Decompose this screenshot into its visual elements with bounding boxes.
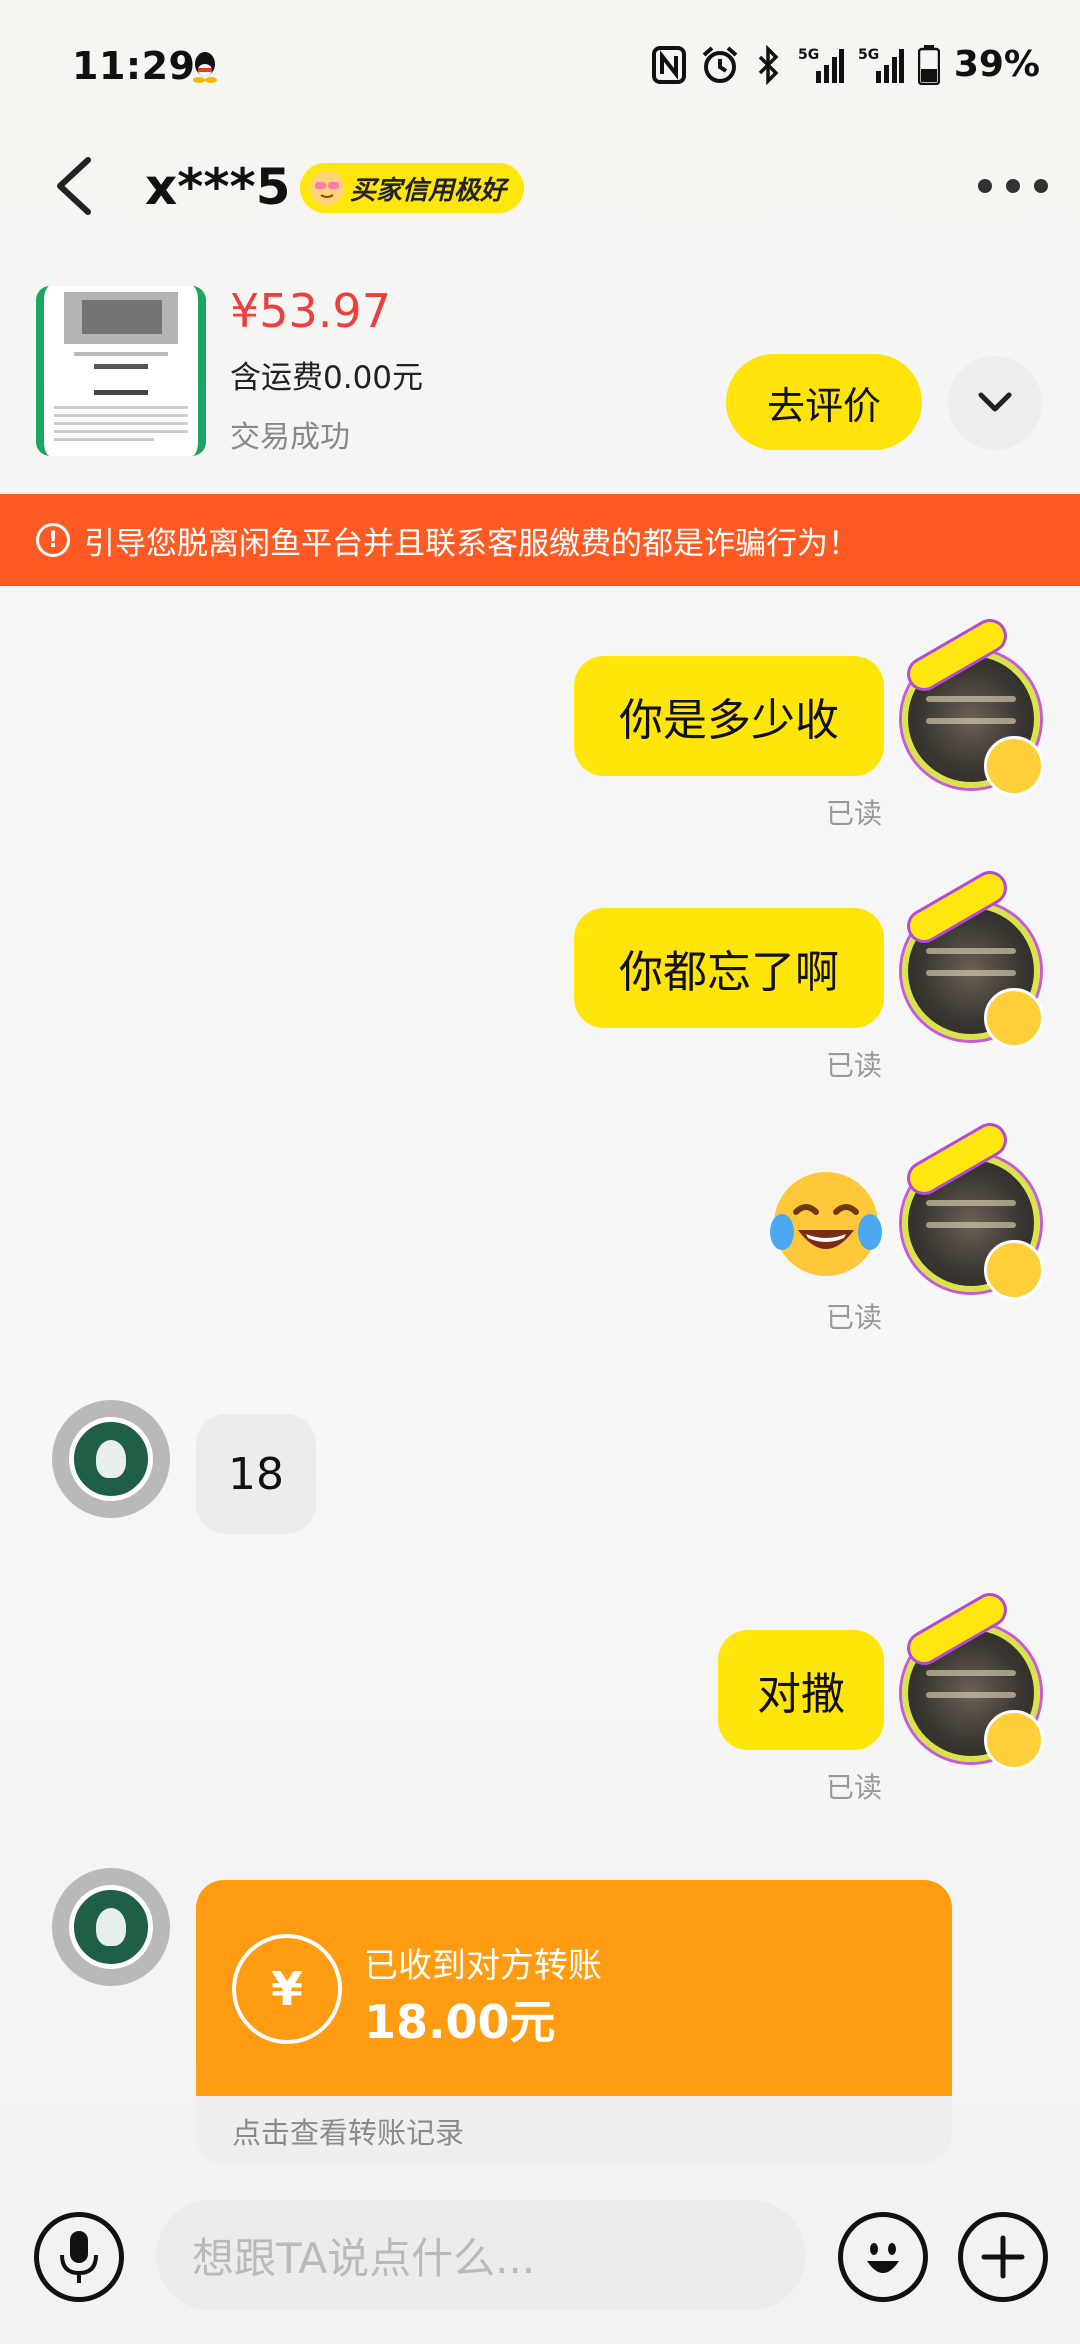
transfer-card-body: ¥ 已收到对方转账 18.00元 bbox=[196, 1880, 952, 2096]
microphone-icon bbox=[60, 2231, 98, 2283]
read-receipt: 已读 bbox=[826, 1301, 883, 1334]
voice-input-button[interactable] bbox=[34, 2212, 124, 2302]
yuan-transfer-icon: ¥ bbox=[232, 1934, 342, 2044]
warning-text: 引导您脱离闲鱼平台并且联系客服缴费的都是诈骗行为！ bbox=[84, 525, 859, 562]
transfer-record-link[interactable]: 点击查看转账记录 bbox=[232, 2110, 464, 2152]
svg-text:5G: 5G bbox=[858, 47, 879, 63]
credit-badge-label: 买家信用极好 bbox=[350, 175, 507, 206]
qq-icon bbox=[193, 52, 217, 83]
fraud-warning-banner: ! 引导您脱离闲鱼平台并且联系客服缴费的都是诈骗行为！ bbox=[0, 494, 1080, 586]
plus-icon bbox=[981, 2235, 1025, 2279]
read-receipt: 已读 bbox=[826, 1771, 883, 1804]
cool-face-icon bbox=[310, 171, 344, 205]
seller-avatar[interactable] bbox=[52, 1868, 170, 1986]
credit-badge: 买家信用极好 bbox=[300, 163, 525, 213]
product-image bbox=[54, 292, 188, 441]
more-actions-button[interactable] bbox=[958, 2212, 1048, 2302]
shipping-fee: 含运费0.00元 bbox=[230, 360, 424, 396]
alert-icon: ! bbox=[36, 523, 70, 557]
tears-of-joy-emoji[interactable] bbox=[768, 1168, 884, 1284]
trade-status: 交易成功 bbox=[230, 420, 350, 455]
my-avatar[interactable] bbox=[900, 1116, 1044, 1300]
message-text: 你是多少收 bbox=[619, 695, 839, 746]
message-text: 18 bbox=[228, 1448, 284, 1500]
chat-partner-name: x***5 bbox=[145, 158, 291, 216]
product-thumbnail[interactable] bbox=[36, 286, 206, 456]
5g-signal-icon: 5G bbox=[798, 47, 844, 83]
smiley-icon bbox=[867, 2243, 899, 2273]
seller-avatar[interactable] bbox=[52, 1400, 170, 1518]
status-time: 11:29 bbox=[72, 44, 196, 88]
read-receipt: 已读 bbox=[826, 797, 883, 830]
more-options-button[interactable] bbox=[978, 168, 1048, 204]
my-avatar[interactable] bbox=[900, 612, 1044, 796]
message-text: 对撒 bbox=[757, 1669, 845, 1720]
message-bubble-sent[interactable]: 你都忘了啊 bbox=[574, 908, 884, 1028]
battery-icon bbox=[917, 44, 940, 85]
svg-text:5G: 5G bbox=[798, 47, 819, 63]
my-avatar[interactable] bbox=[900, 864, 1044, 1048]
alarm-icon bbox=[702, 45, 738, 83]
transfer-card[interactable]: ¥ 已收到对方转账 18.00元 点击查看转账记录 bbox=[196, 1880, 952, 2164]
message-bubble-sent[interactable]: 对撒 bbox=[718, 1630, 884, 1750]
status-icons: 5G 5G 39% bbox=[651, 44, 1040, 85]
emoji-button[interactable] bbox=[838, 2212, 928, 2302]
expand-product-button[interactable] bbox=[948, 356, 1042, 450]
transfer-amount: 18.00元 bbox=[364, 1995, 556, 2049]
product-price: ¥53.97 bbox=[230, 284, 391, 338]
bluetooth-icon bbox=[758, 44, 779, 85]
message-input[interactable]: 想跟TA说点什么... bbox=[156, 2200, 806, 2310]
starbucks-logo-icon bbox=[69, 1885, 153, 1969]
chevron-down-icon bbox=[978, 392, 1012, 412]
battery-percent: 39% bbox=[953, 44, 1040, 85]
starbucks-logo-icon bbox=[69, 1417, 153, 1501]
message-text: 你都忘了啊 bbox=[619, 947, 839, 998]
transfer-title: 已收到对方转账 bbox=[364, 1946, 602, 1986]
review-button[interactable]: 去评价 bbox=[726, 354, 922, 450]
back-button[interactable] bbox=[50, 156, 98, 216]
message-bubble-sent[interactable]: 你是多少收 bbox=[574, 656, 884, 776]
5g-signal-icon: 5G bbox=[858, 47, 904, 83]
read-receipt: 已读 bbox=[826, 1049, 883, 1082]
nfc-icon bbox=[651, 45, 686, 84]
my-avatar[interactable] bbox=[900, 1586, 1044, 1770]
message-bubble-received[interactable]: 18 bbox=[196, 1414, 316, 1534]
